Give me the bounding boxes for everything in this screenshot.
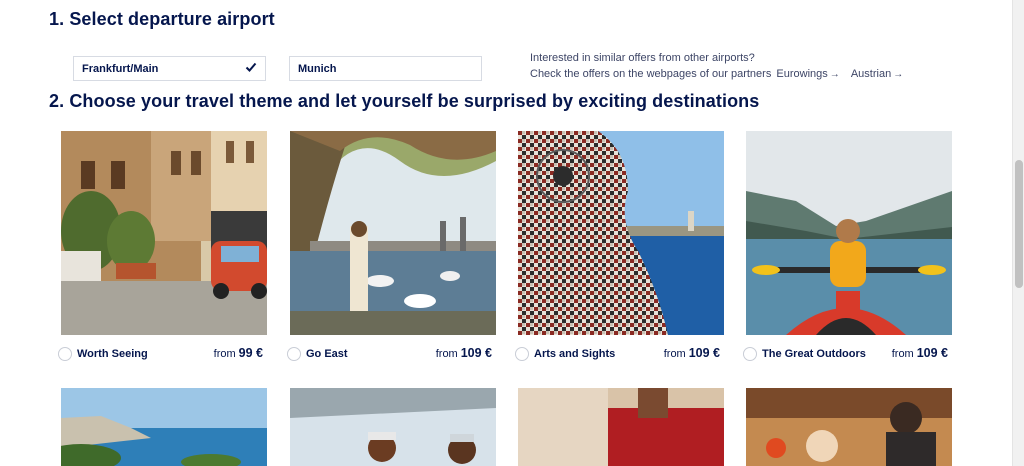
- theme-name: The Great Outdoors: [762, 348, 866, 360]
- theme-card-worth-seeing[interactable]: Worth Seeing from 99 €: [58, 131, 267, 367]
- theme-image-coast: [61, 388, 267, 466]
- arrow-right-icon: →: [829, 69, 840, 80]
- theme-name: Arts and Sights: [534, 348, 616, 360]
- theme-meta: Arts and Sights from 109 €: [515, 345, 724, 367]
- theme-image-people: [290, 388, 496, 466]
- theme-radio[interactable]: [515, 347, 529, 361]
- theme-image-arts-and-sights: [518, 131, 724, 335]
- theme-card-great-outdoors[interactable]: The Great Outdoors from 109 €: [743, 131, 952, 367]
- theme-meta: The Great Outdoors from 109 €: [743, 345, 952, 367]
- page: 1. Select departure airport Frankfurt/Ma…: [0, 0, 1012, 466]
- partner-offers-line: Check the offers on the webpages of our …: [530, 66, 903, 83]
- price-value: 109 €: [916, 346, 948, 360]
- theme-image-dining: [746, 388, 952, 466]
- theme-image-worth-seeing: [61, 131, 267, 335]
- airport-option-frankfurt[interactable]: Frankfurt/Main: [73, 56, 266, 81]
- price-value: 109 €: [460, 346, 492, 360]
- page-scrollbar[interactable]: [1012, 0, 1024, 466]
- price-value: 99 €: [238, 346, 263, 360]
- theme-card-go-east[interactable]: Go East from 109 €: [287, 131, 496, 367]
- price-from-label: from: [213, 348, 236, 360]
- airport-label: Munich: [298, 63, 337, 75]
- theme-card-romance[interactable]: [518, 388, 724, 466]
- arrow-right-icon: →: [893, 69, 904, 80]
- scrollbar-thumb[interactable]: [1015, 160, 1023, 288]
- partner-offers-question: Interested in similar offers from other …: [530, 52, 755, 64]
- austrian-link[interactable]: Austrian →: [851, 68, 903, 80]
- theme-price: from 109 €: [664, 346, 720, 360]
- theme-card-arts-and-sights[interactable]: Arts and Sights from 109 €: [515, 131, 724, 367]
- theme-radio[interactable]: [743, 347, 757, 361]
- section-title-theme: 2. Choose your travel theme and let your…: [49, 91, 760, 111]
- partner-offers: Interested in similar offers from other …: [530, 50, 903, 83]
- theme-radio[interactable]: [58, 347, 72, 361]
- theme-meta: Worth Seeing from 99 €: [58, 345, 267, 367]
- price-from-label: from: [891, 348, 914, 360]
- theme-price: from 109 €: [892, 346, 948, 360]
- theme-image-go-east: [290, 131, 496, 335]
- theme-name: Worth Seeing: [77, 348, 148, 360]
- theme-image-romance: [518, 388, 724, 466]
- theme-image-great-outdoors: [746, 131, 952, 335]
- price-value: 109 €: [688, 346, 720, 360]
- theme-name: Go East: [306, 348, 348, 360]
- airport-label: Frankfurt/Main: [82, 63, 159, 75]
- theme-price: from 99 €: [214, 346, 263, 360]
- price-from-label: from: [663, 348, 686, 360]
- eurowings-link[interactable]: Eurowings →: [776, 68, 839, 80]
- theme-meta: Go East from 109 €: [287, 345, 496, 367]
- theme-price: from 109 €: [436, 346, 492, 360]
- theme-radio[interactable]: [287, 347, 301, 361]
- checkmark-icon: [245, 62, 257, 72]
- price-from-label: from: [435, 348, 458, 360]
- eurowings-link-label: Eurowings: [776, 68, 828, 80]
- theme-card-people[interactable]: [290, 388, 496, 466]
- austrian-link-label: Austrian: [850, 68, 892, 80]
- section-title-departure: 1. Select departure airport: [49, 9, 275, 29]
- partner-offers-text: Check the offers on the webpages of our …: [530, 68, 772, 80]
- theme-card-dining[interactable]: [746, 388, 952, 466]
- theme-card-coast[interactable]: [61, 388, 267, 466]
- airport-option-munich[interactable]: Munich: [289, 56, 482, 81]
